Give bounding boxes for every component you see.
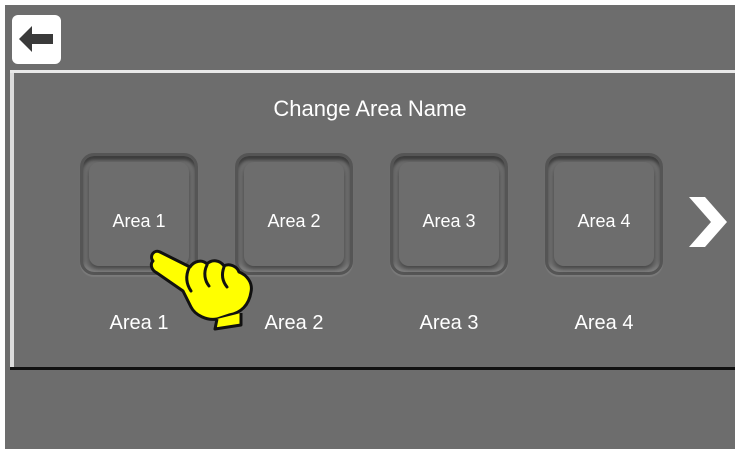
footer-divider	[10, 367, 735, 370]
back-button[interactable]	[12, 15, 61, 64]
arrow-left-icon	[19, 26, 53, 52]
area-3-button-label: Area 3	[422, 211, 476, 231]
page-title: Change Area Name	[273, 96, 467, 121]
area-3-caption: Area 3	[419, 312, 479, 334]
area-2-button-label: Area 2	[267, 211, 321, 231]
header-divider	[10, 70, 735, 73]
next-page-button[interactable]	[685, 195, 729, 249]
area-4-button-label: Area 4	[577, 211, 631, 231]
area-2-button[interactable]: Area 2	[235, 153, 353, 275]
area-1-button-label: Area 1	[112, 211, 166, 231]
area-2-caption: Area 2	[264, 312, 324, 334]
area-3-button[interactable]: Area 3	[390, 153, 508, 275]
chevron-right-icon	[689, 197, 727, 247]
area-1-button[interactable]: Area 1	[80, 153, 198, 275]
area-1-caption: Area 1	[109, 312, 169, 334]
area-4-button[interactable]: Area 4	[545, 153, 663, 275]
area-4-caption: Area 4	[574, 312, 634, 334]
area-name-screen: Change Area Name Area 1 Area 2 Area 3 Ar…	[5, 5, 735, 449]
